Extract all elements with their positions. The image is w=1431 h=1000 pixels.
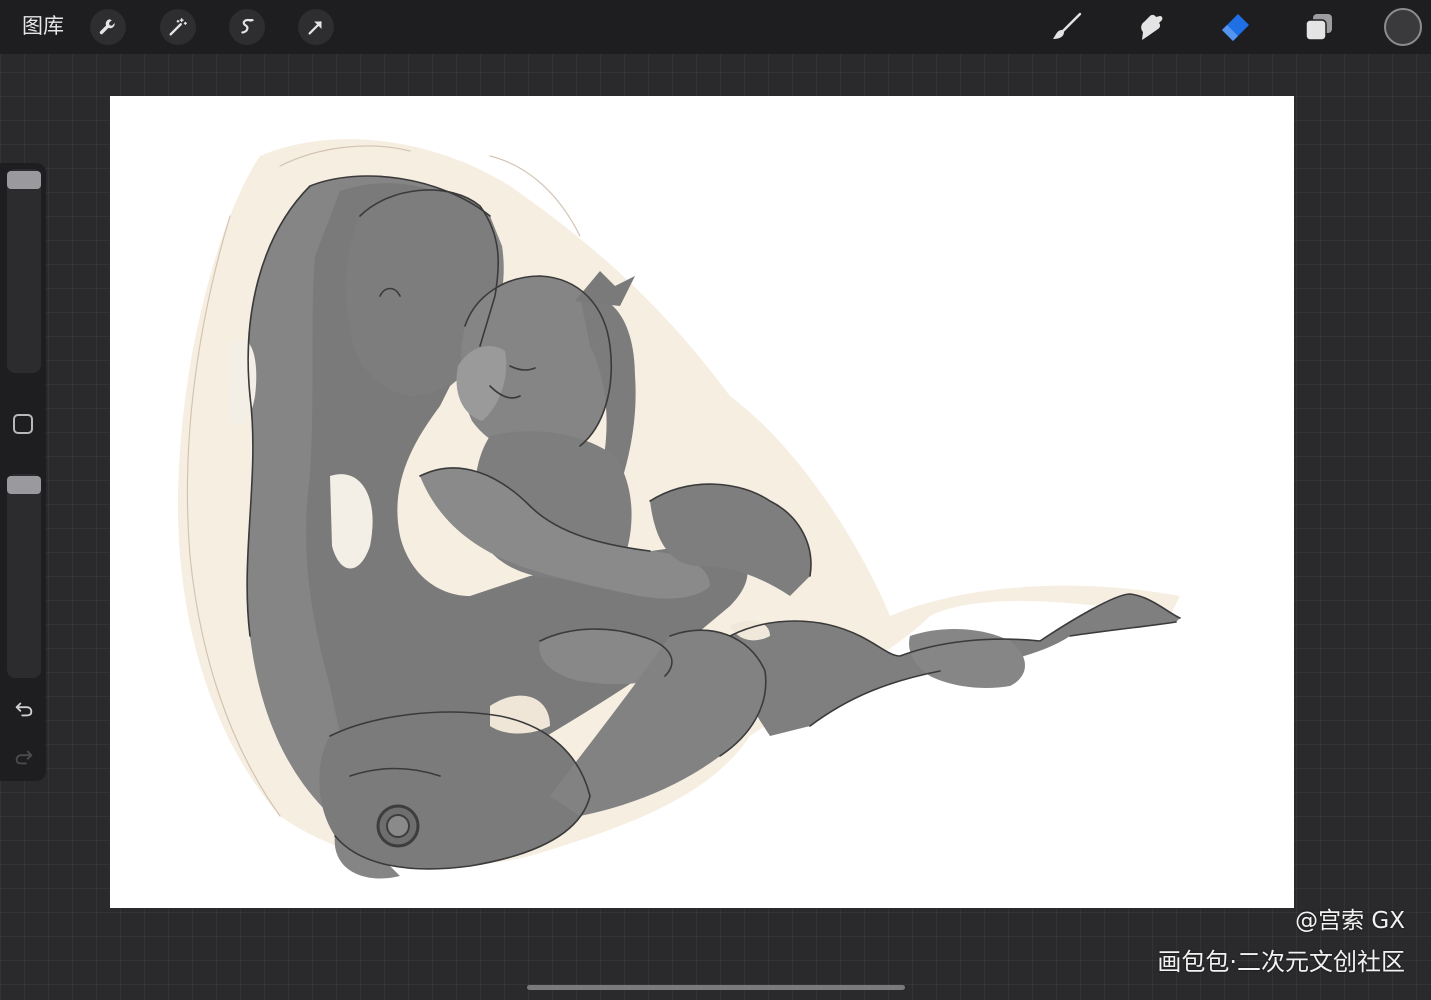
selection-icon (241, 19, 254, 34)
redo-icon (15, 750, 33, 765)
brush-icon (1053, 12, 1082, 39)
watermark-site: 画包包·二次元文创社区 (1157, 948, 1405, 976)
brush-size-handle[interactable] (7, 171, 41, 189)
actions-button[interactable] (90, 9, 126, 45)
opacity-slider[interactable] (7, 474, 41, 678)
color-picker-button[interactable] (1384, 8, 1422, 46)
undo-button[interactable] (11, 696, 37, 722)
drawing-canvas[interactable] (110, 96, 1294, 908)
brush-tool-button[interactable] (1048, 8, 1086, 46)
transform-button[interactable] (298, 9, 334, 45)
adjustments-button[interactable] (160, 9, 196, 45)
gallery-button[interactable]: 图库 (22, 12, 64, 40)
watermark-author: @宫索 GX (1295, 908, 1405, 934)
top-toolbar: 图库 (0, 0, 1431, 54)
wrench-icon (99, 19, 115, 35)
smudge-icon (1141, 14, 1163, 40)
sketch-artwork (177, 139, 1181, 879)
smudge-tool-button[interactable] (1132, 8, 1170, 46)
magic-wand-icon (169, 18, 187, 36)
opacity-handle[interactable] (7, 476, 41, 494)
modify-button[interactable] (13, 414, 33, 434)
home-indicator[interactable] (527, 985, 905, 990)
eraser-tool-button[interactable] (1216, 8, 1254, 46)
left-sidebar (0, 163, 46, 781)
layers-button[interactable] (1300, 8, 1338, 46)
transform-arrow-icon (308, 21, 322, 35)
selection-button[interactable] (229, 9, 265, 45)
undo-icon (15, 702, 33, 717)
layers-icon (1305, 14, 1332, 41)
brush-size-slider[interactable] (7, 169, 41, 373)
eraser-icon (1222, 14, 1249, 41)
redo-button[interactable] (11, 744, 37, 770)
